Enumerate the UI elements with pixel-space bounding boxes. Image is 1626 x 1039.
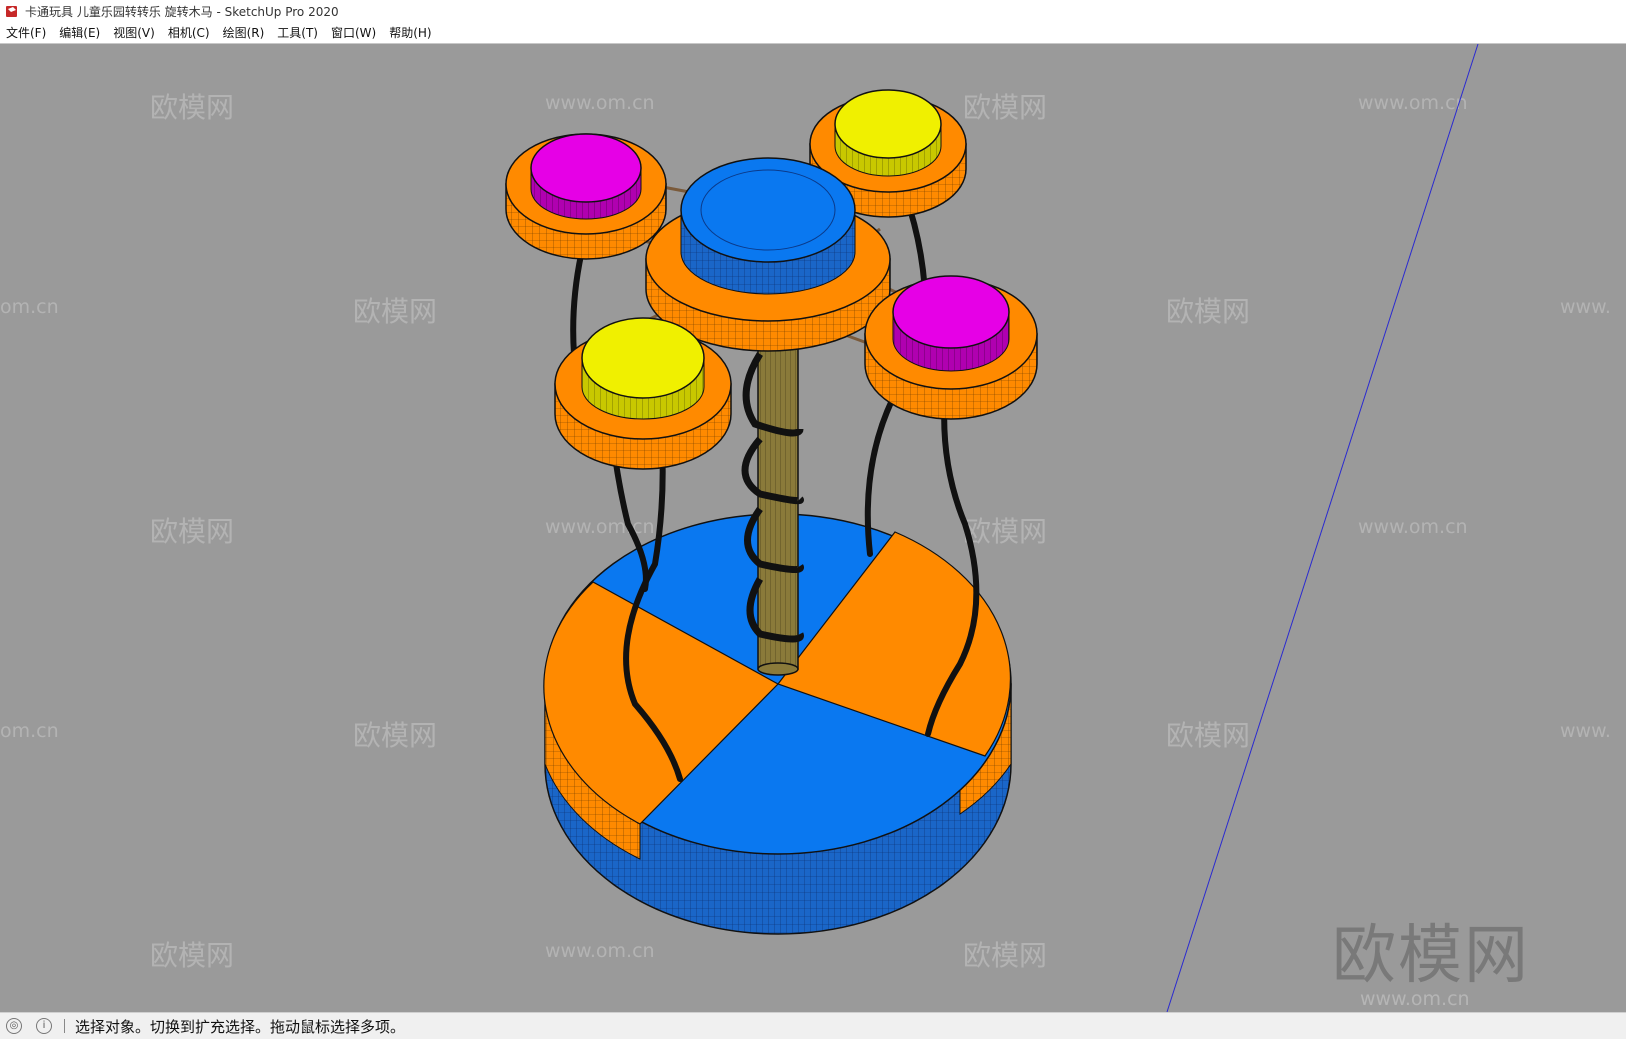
blue-axis-line	[1166, 44, 1479, 1012]
menu-bar: 文件(F) 编辑(E) 视图(V) 相机(C) 绘图(R) 工具(T) 窗口(W…	[0, 22, 1626, 44]
info-icon[interactable]: i	[36, 1018, 52, 1034]
window-title: 卡通玩具 儿童乐园转转乐 旋转木马 - SketchUp Pro 2020	[25, 4, 339, 19]
central-pole	[741, 328, 804, 676]
menu-camera[interactable]: 相机(C)	[162, 24, 217, 41]
carousel-model[interactable]	[0, 44, 1626, 1012]
menu-draw[interactable]: 绘图(R)	[217, 24, 272, 41]
geo-location-icon[interactable]: ◎	[6, 1018, 22, 1034]
status-bar: ◎ i 选择对象。切换到扩充选择。拖动鼠标选择多项。	[0, 1012, 1626, 1039]
menu-view[interactable]: 视图(V)	[107, 24, 162, 41]
menu-help[interactable]: 帮助(H)	[383, 24, 438, 41]
menu-tools[interactable]: 工具(T)	[271, 24, 325, 41]
title-bar: 卡通玩具 儿童乐园转转乐 旋转木马 - SketchUp Pro 2020	[0, 0, 1626, 22]
sketchup-app-icon	[6, 6, 17, 17]
status-message: 选择对象。切换到扩充选择。拖动鼠标选择多项。	[75, 1017, 406, 1036]
menu-window[interactable]: 窗口(W)	[325, 24, 383, 41]
watermark-url-large: www.om.cn	[1360, 988, 1470, 1010]
status-separator	[64, 1019, 65, 1033]
menu-edit[interactable]: 编辑(E)	[53, 24, 107, 41]
seat-magenta-back[interactable]	[505, 133, 667, 260]
watermark-brand-large: 欧模网	[1332, 919, 1530, 993]
seat-magenta-front[interactable]	[864, 275, 1038, 420]
menu-file[interactable]: 文件(F)	[0, 24, 53, 41]
3d-viewport[interactable]: 欧模网 www.om.cn 欧模网 www.om.cn om.cn 欧模网 欧模…	[0, 44, 1626, 1012]
